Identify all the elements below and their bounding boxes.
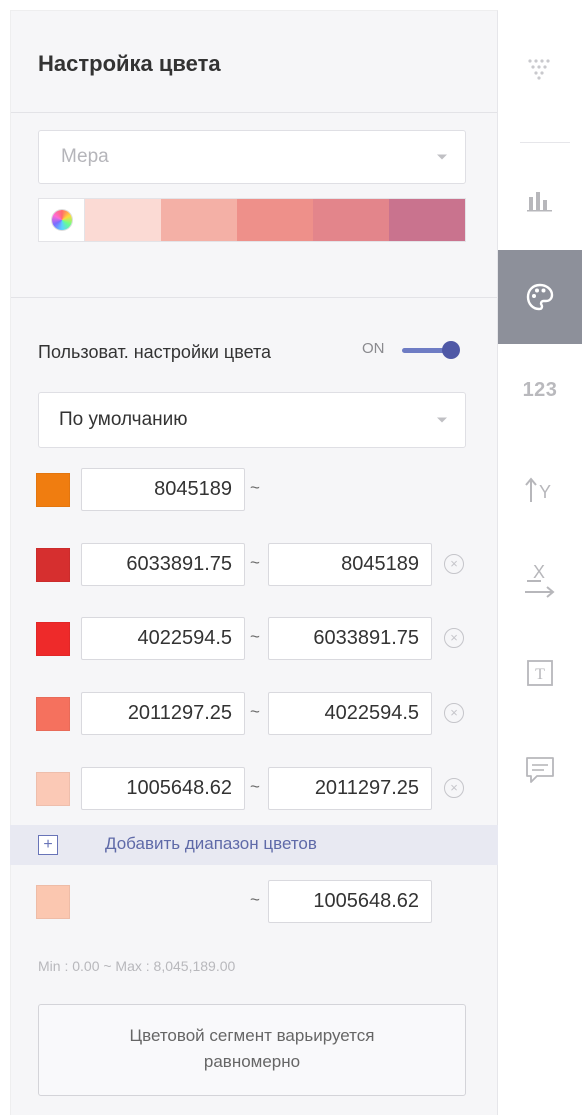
add-range-label: Добавить диапазон цветов [105,834,317,853]
range-separator: ~ [250,478,260,497]
chevron-down-icon [437,154,447,160]
range-color-swatch[interactable] [36,772,70,806]
remove-range-icon[interactable]: × [444,778,464,798]
range-separator: ~ [250,553,260,572]
color-wheel-button[interactable] [39,199,85,241]
number-format-icon[interactable]: 123 [498,355,582,425]
text-box-icon[interactable]: T [498,638,582,708]
panel-title: Настройка цвета [38,51,221,76]
range-separator: ~ [250,627,260,646]
range-to-input[interactable]: 8045189 [268,543,432,586]
palette-swatch [313,199,389,241]
range-color-swatch[interactable] [36,473,70,507]
title-divider [11,112,497,113]
x-axis-letter: X [533,562,545,582]
min-max-text: Min : 0.00 ~ Max : 8,045,189.00 [38,958,236,974]
range-from-input[interactable]: 4022594.5 [81,617,245,660]
comment-icon[interactable] [498,735,582,805]
add-range-button[interactable]: + Добавить диапазон цветов [10,825,498,865]
y-axis-letter: Y [539,482,551,502]
toggle-knob [442,341,460,359]
text-box-letter: T [535,666,545,683]
palette-divider [11,297,497,298]
range-to-input[interactable]: 1005648.62 [268,880,432,923]
palette-swatch [161,199,237,241]
remove-range-icon[interactable]: × [444,554,464,574]
range-color-swatch[interactable] [36,548,70,582]
toggle-state-label: ON [362,340,385,357]
preset-select-value: По умолчанию [59,409,188,430]
segment-button-line2: равномерно [203,1052,301,1071]
range-from-input[interactable]: 6033891.75 [81,543,245,586]
custom-colors-label: Пользоват. настройки цвета [38,342,272,362]
preset-select[interactable]: По умолчанию [38,392,466,448]
measure-select-placeholder: Мера [61,146,109,167]
y-axis-icon[interactable]: Y [498,455,582,525]
remove-range-icon[interactable]: × [444,628,464,648]
range-separator: ~ [250,890,260,909]
plus-icon: + [38,835,58,855]
x-axis-icon[interactable]: X [498,545,582,615]
chevron-down-icon [437,417,447,423]
toolbar-divider [520,142,570,143]
range-from-input[interactable]: 2011297.25 [81,692,245,735]
range-color-swatch[interactable] [36,885,70,919]
palette-swatch [237,199,313,241]
bar-chart-icon[interactable] [498,165,582,235]
palette-swatch [389,199,465,241]
range-color-swatch[interactable] [36,622,70,656]
measure-select[interactable]: Мера [38,130,466,184]
palette-icon[interactable] [498,250,582,344]
dots-triangle-icon[interactable] [498,33,582,103]
range-to-input[interactable]: 2011297.25 [268,767,432,810]
color-wheel-icon [51,210,72,230]
custom-colors-toggle[interactable] [398,340,460,362]
even-segment-button[interactable]: Цветовой сегмент варьируется равномерно [38,1004,466,1096]
number-format-label: 123 [522,378,558,401]
palette-swatch [85,199,161,241]
range-from-input[interactable]: 8045189 [81,468,245,511]
color-palette[interactable] [38,198,466,242]
range-separator: ~ [250,777,260,796]
range-color-swatch[interactable] [36,697,70,731]
remove-range-icon[interactable]: × [444,703,464,723]
range-to-input[interactable]: 4022594.5 [268,692,432,735]
range-from-input[interactable]: 1005648.62 [81,767,245,810]
segment-button-line1: Цветовой сегмент варьируется [129,1026,375,1045]
vertical-toolbar: 123 Y X T [498,10,582,1115]
range-to-input[interactable]: 6033891.75 [268,617,432,660]
range-separator: ~ [250,702,260,721]
